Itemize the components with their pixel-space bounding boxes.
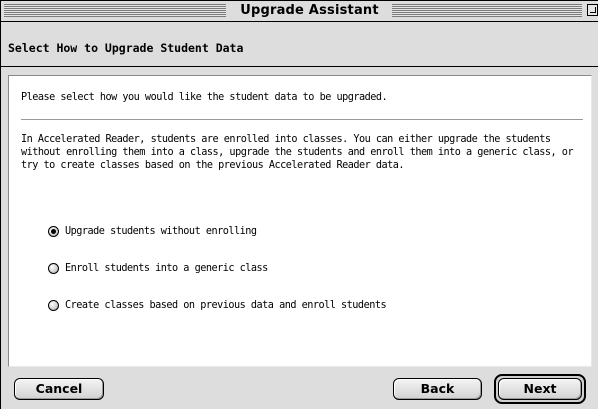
- option-create-classes[interactable]: Create classes based on previous data an…: [48, 300, 387, 311]
- radio-button-selected[interactable]: [48, 226, 59, 237]
- option-upgrade-without-enrolling[interactable]: Upgrade students without enrolling: [48, 226, 257, 237]
- option-label: Create classes based on previous data an…: [65, 300, 387, 311]
- window-title: Upgrade Assistant: [240, 3, 379, 18]
- next-button[interactable]: Next: [498, 378, 582, 400]
- content-panel: Please select how you would like the stu…: [8, 75, 592, 367]
- divider: [21, 119, 583, 120]
- title-bar-stripes-right: [392, 4, 582, 17]
- option-enroll-generic-class[interactable]: Enroll students into a generic class: [48, 263, 268, 274]
- page-title: Select How to Upgrade Student Data: [8, 41, 244, 55]
- title-bar-stripes-left: [4, 4, 226, 17]
- intro-text: Please select how you would like the stu…: [21, 92, 388, 103]
- radio-button[interactable]: [48, 300, 59, 311]
- zoom-box-icon[interactable]: [587, 4, 598, 16]
- radio-button[interactable]: [48, 263, 59, 274]
- title-bar[interactable]: Upgrade Assistant: [1, 1, 598, 22]
- description-text: In Accelerated Reader, students are enro…: [21, 134, 574, 171]
- option-label: Upgrade students without enrolling: [65, 226, 257, 237]
- cancel-button[interactable]: Cancel: [14, 378, 104, 400]
- back-button[interactable]: Back: [393, 378, 482, 400]
- option-label: Enroll students into a generic class: [65, 263, 268, 274]
- page-header: Select How to Upgrade Student Data: [1, 22, 598, 67]
- upgrade-assistant-window: Upgrade Assistant Select How to Upgrade …: [0, 0, 598, 409]
